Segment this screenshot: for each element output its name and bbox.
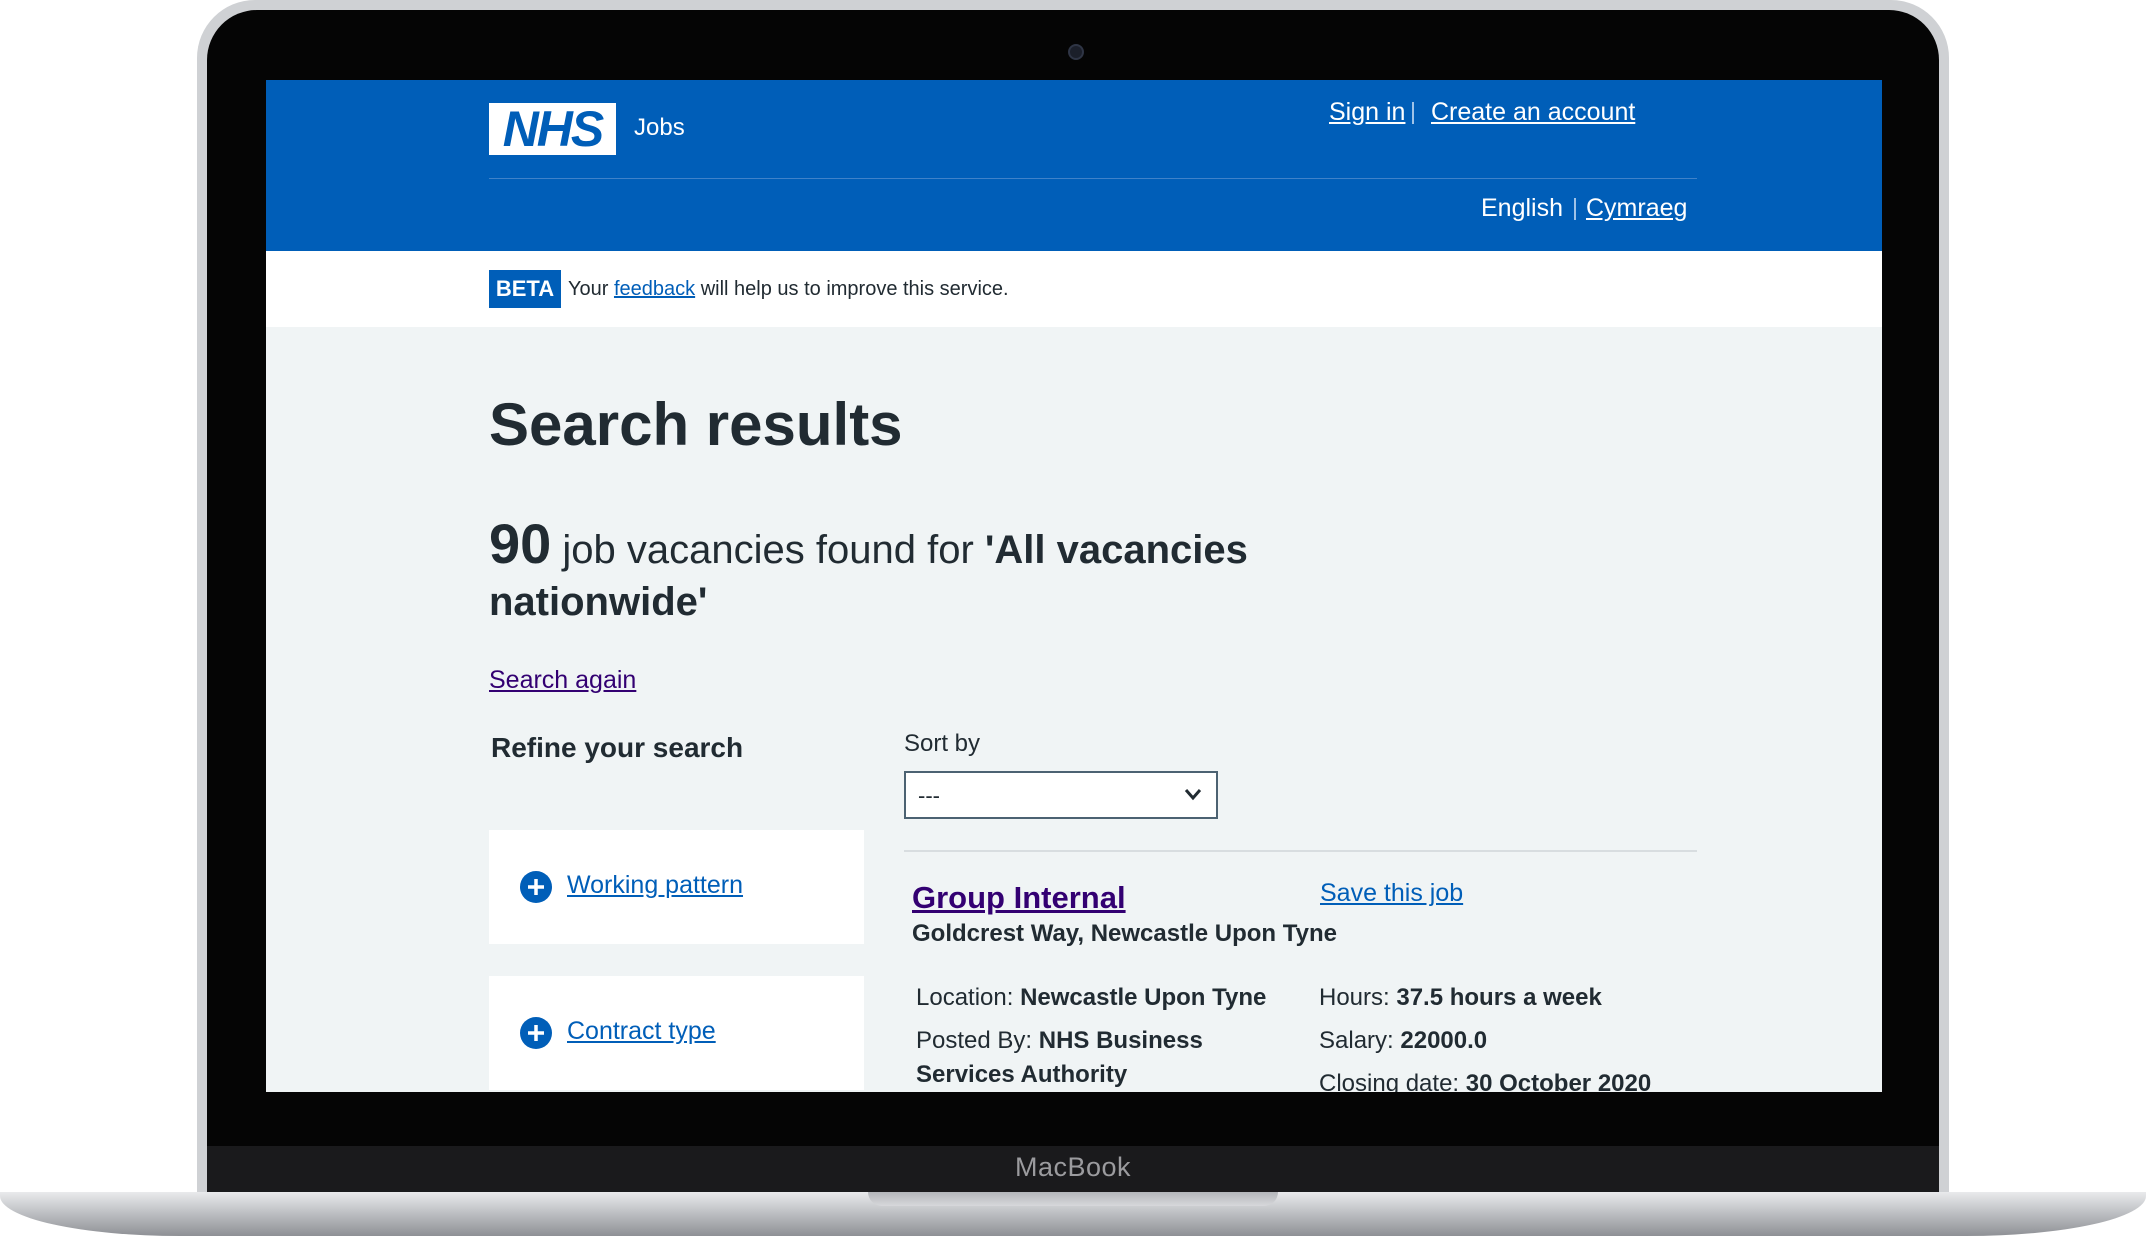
site-header: NHS Jobs Sign in Create an account Engli… — [266, 80, 1882, 251]
language-cymraeg-link[interactable]: Cymraeg — [1586, 194, 1687, 223]
browser-viewport: NHS Jobs Sign in Create an account Engli… — [266, 80, 1882, 1092]
feedback-link[interactable]: feedback — [614, 278, 695, 300]
label: Salary: — [1319, 1027, 1401, 1054]
language-separator — [1574, 198, 1576, 220]
job-title-link[interactable]: Group Internal — [912, 880, 1126, 916]
results-count-number: 90 — [489, 512, 552, 575]
nhs-logo-text: NHS — [502, 101, 605, 157]
create-account-link[interactable]: Create an account — [1431, 98, 1635, 127]
sign-in-link[interactable]: Sign in — [1329, 98, 1405, 127]
sort-selected-value: --- — [918, 783, 940, 808]
label: Location: — [916, 984, 1021, 1011]
results-summary: 90 job vacancies found for 'All vacancie… — [489, 516, 1349, 628]
job-closing-date: Closing date: 30 October 2020 — [1319, 1067, 1651, 1092]
value: 37.5 hours a week — [1396, 984, 1602, 1011]
search-again-link[interactable]: Search again — [489, 666, 636, 695]
beta-banner: BETA Your feedback will help us to impro… — [266, 251, 1882, 327]
results-divider — [904, 850, 1697, 852]
value: NHS Business — [1038, 1027, 1203, 1054]
sort-select[interactable]: --- — [904, 771, 1218, 819]
beta-tag: BETA — [489, 270, 561, 308]
camera-icon — [1068, 44, 1084, 60]
device-label: MacBook — [1014, 1152, 1132, 1182]
nhs-logo[interactable]: NHS — [489, 103, 616, 155]
filter-label[interactable]: Working pattern — [567, 871, 743, 900]
label: Hours: — [1319, 984, 1397, 1011]
page-title: Search results — [489, 391, 903, 458]
laptop-base-notch — [868, 1192, 1278, 1206]
plus-circle-icon — [520, 871, 552, 903]
value: Services Authority — [916, 1061, 1128, 1088]
filter-contract-type[interactable]: Contract type — [489, 976, 864, 1090]
job-hours: Hours: 37.5 hours a week — [1319, 981, 1602, 1015]
job-address: Goldcrest Way, Newcastle Upon Tyne — [912, 920, 1337, 947]
header-divider — [489, 178, 1697, 179]
results-count-text: job vacancies found for — [551, 528, 985, 572]
job-location: Location: Newcastle Upon Tyne — [916, 981, 1266, 1015]
plus-circle-icon — [520, 1017, 552, 1049]
beta-text-before: Your — [568, 278, 614, 300]
refine-heading: Refine your search — [491, 732, 744, 763]
job-salary: Salary: 22000.0 — [1319, 1024, 1487, 1058]
value: 30 October 2020 — [1465, 1070, 1652, 1092]
chevron-down-icon — [1184, 789, 1202, 801]
value: Newcastle Upon Tyne — [1020, 984, 1267, 1011]
label: Closing date: — [1319, 1070, 1466, 1092]
beta-text-after: will help us to improve this service. — [695, 278, 1009, 300]
label: Posted By: — [916, 1027, 1039, 1054]
filter-label[interactable]: Contract type — [567, 1017, 716, 1046]
filter-working-pattern[interactable]: Working pattern — [489, 830, 864, 944]
service-name[interactable]: Jobs — [634, 114, 685, 142]
value: 22000.0 — [1400, 1027, 1488, 1054]
sort-label: Sort by — [904, 730, 981, 757]
language-current: English — [1481, 194, 1563, 222]
save-job-link[interactable]: Save this job — [1320, 879, 1463, 908]
job-posted-by: Posted By: NHS Business Services Authorit… — [916, 1024, 1203, 1092]
header-separator — [1412, 102, 1414, 124]
beta-message: Your feedback will help us to improve th… — [568, 278, 1009, 301]
